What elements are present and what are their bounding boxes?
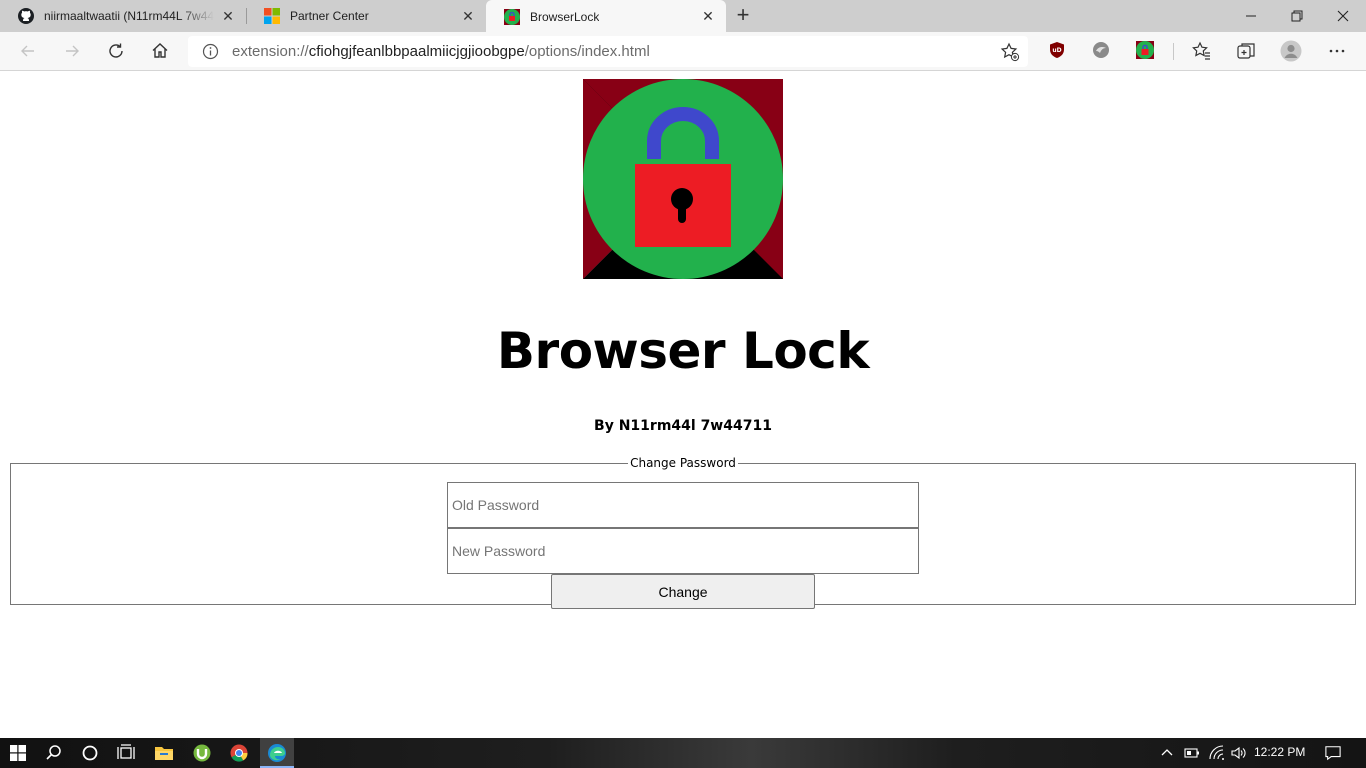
task-view-button[interactable] [116,743,136,763]
settings-menu-button[interactable] [1326,40,1348,62]
new-tab-button[interactable]: + [732,4,754,28]
chevron-up-icon [1161,749,1173,756]
battery-icon [1184,748,1199,758]
edge-button[interactable] [267,743,287,763]
minimize-button[interactable] [1228,0,1274,32]
ublock-extension-icon[interactable]: uD [1048,41,1066,59]
close-icon[interactable]: ✕ [460,8,476,24]
avatar-icon [1280,40,1302,62]
close-icon[interactable]: ✕ [220,8,236,24]
system-clock[interactable]: 12:22 PM [1254,745,1305,759]
github-icon [18,8,34,24]
forward-button[interactable] [60,39,84,63]
author-byline: By N11rm44l 7w44711 [594,418,772,434]
windows-icon [10,745,26,761]
toolbar-separator [1173,43,1174,60]
page-title: Browser Lock [496,322,870,380]
refresh-button[interactable] [104,39,128,63]
chrome-icon [230,744,248,762]
close-icon [1337,10,1349,22]
show-hidden-icons-button[interactable] [1159,745,1175,761]
home-icon [152,43,168,58]
url-text[interactable]: extension://cfiohgjfeanlbbpaalmiicjgjioo… [232,43,650,60]
svg-text:uD: uD [1052,47,1061,54]
microsoft-icon [264,8,280,24]
edge-icon [268,744,286,762]
speaker-icon [1231,746,1246,760]
network-indicator[interactable] [1209,745,1225,761]
info-icon[interactable] [202,43,219,60]
tab-strip: niirmaaltwaatii (N11rm44L 7w44 ✕ Partner… [0,0,1366,33]
change-password-form: Change Password Change [10,456,1356,609]
extension-icon[interactable] [1092,41,1110,59]
tab-title: niirmaaltwaatii (N11rm44L 7w44 [44,9,214,23]
minimize-icon [1246,15,1256,17]
more-icon [1329,49,1345,53]
close-window-button[interactable] [1320,0,1366,32]
task-view-icon [117,744,135,759]
action-center-button[interactable] [1325,745,1341,761]
restore-button[interactable] [1274,0,1320,32]
url-path: /options/index.html [524,43,650,60]
tab-github[interactable]: niirmaaltwaatii (N11rm44L 7w44 ✕ [0,0,246,32]
search-icon [46,745,61,760]
url-scheme: extension:// [232,43,309,60]
file-explorer-button[interactable] [154,743,174,763]
home-button[interactable] [148,39,172,63]
collections-button[interactable] [1235,40,1257,62]
change-button[interactable]: Change [551,574,815,609]
url-host: cfiohgjfeanlbbpaalmiicjgjioobgpe [308,43,525,60]
close-icon[interactable]: ✕ [700,8,716,24]
form-legend: Change Password [630,456,736,470]
wifi-icon [1209,745,1224,760]
old-password-input[interactable] [447,482,919,528]
start-button[interactable] [8,743,28,763]
arrow-right-icon [66,45,79,57]
chrome-button[interactable] [229,743,249,763]
page-content: Browser Lock By N11rm44l 7w44711 Change … [0,72,1366,738]
browserlock-icon [504,8,520,25]
folder-icon [155,747,173,760]
browser-lock-logo [583,79,783,279]
favorites-icon [1192,41,1210,60]
notification-icon [1325,746,1341,761]
browserlock-extension-icon[interactable] [1136,41,1154,59]
battery-indicator[interactable] [1184,745,1200,761]
back-button[interactable] [16,39,40,63]
new-password-input[interactable] [447,528,919,574]
volume-indicator[interactable] [1231,745,1247,761]
tab-title: BrowserLock [530,9,600,24]
collections-icon [1237,43,1255,59]
profile-button[interactable] [1280,40,1302,62]
navigation-bar: extension://cfiohgjfeanlbbpaalmiicjgjioo… [0,32,1366,71]
refresh-icon [109,43,123,58]
tab-browserlock[interactable]: BrowserLock ✕ [486,0,726,33]
arrow-left-icon [21,45,34,57]
address-bar[interactable]: extension://cfiohgjfeanlbbpaalmiicjgjioo… [188,36,1028,67]
search-button[interactable] [44,743,64,763]
cortana-icon [82,745,98,761]
utorrent-icon [193,744,211,762]
tab-partner-center[interactable]: Partner Center ✕ [246,0,486,32]
windows-taskbar: 12:22 PM [0,738,1366,768]
cortana-button[interactable] [80,743,100,763]
tab-title: Partner Center [290,9,369,23]
restore-icon [1291,10,1303,22]
favorites-button[interactable] [1191,40,1213,62]
add-favorite-icon[interactable] [1000,42,1020,62]
utorrent-button[interactable] [192,743,212,763]
